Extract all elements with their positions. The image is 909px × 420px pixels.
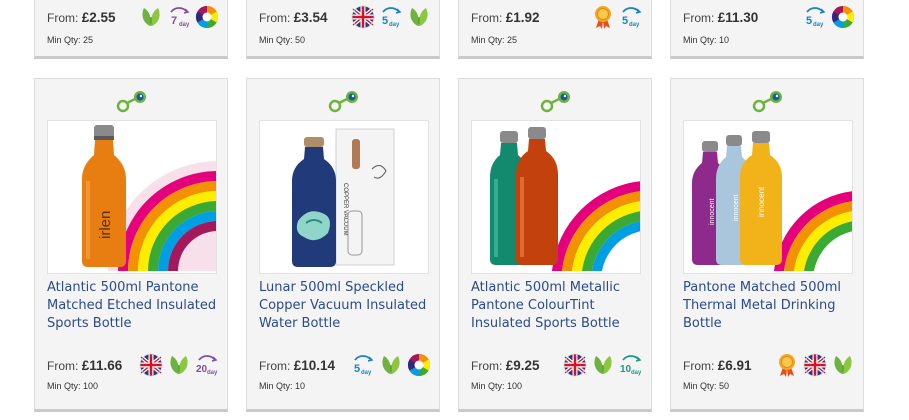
product-image[interactable]: COPPER VACUUM	[259, 120, 429, 274]
svg-text:day: day	[389, 22, 400, 28]
20-day-icon: 20 day	[196, 355, 218, 376]
min-qty: Min Qty: 100	[471, 381, 523, 391]
eco-leaf-icon	[407, 5, 431, 29]
svg-text:innocent: innocent	[757, 186, 766, 217]
eco-leaf-icon	[379, 353, 403, 377]
product-card[interactable]: COPPER VACUUM Lunar 500ml Speckled Coppe…	[246, 78, 440, 412]
10-day-icon: 10 day	[620, 355, 642, 376]
min-qty: Min Qty: 50	[683, 381, 730, 391]
product-card[interactable]: irlen Atlantic 500ml Pantone Matched Etc…	[34, 78, 228, 412]
uk-flag-icon	[351, 5, 375, 29]
product-image[interactable]: innocent innocent innocent	[683, 120, 853, 274]
svg-text:day: day	[631, 370, 642, 376]
svg-text:COPPER VACUUM: COPPER VACUUM	[342, 183, 348, 236]
svg-text:5: 5	[806, 15, 812, 27]
price: From: £10.14	[259, 357, 335, 373]
svg-text:day: day	[207, 370, 218, 376]
svg-text:irlen: irlen	[97, 211, 114, 239]
product-image[interactable]	[471, 120, 641, 274]
product-image[interactable]: irlen	[47, 120, 217, 274]
min-qty: Min Qty: 50	[259, 35, 306, 45]
colour-wheel-icon	[195, 5, 219, 29]
7-day-icon: 7 day	[170, 7, 190, 28]
5-day-icon: 5 day	[806, 7, 826, 28]
5-day-icon: 5 day	[382, 7, 402, 28]
5-day-icon: 5 day	[622, 7, 642, 28]
svg-text:10: 10	[620, 364, 632, 375]
price: From: £9.25	[471, 357, 540, 373]
svg-text:20: 20	[196, 364, 208, 375]
svg-text:5: 5	[622, 15, 628, 27]
product-card[interactable]: From: £3.54 5 day Min Qty: 50	[246, 0, 440, 59]
svg-text:day: day	[179, 22, 190, 28]
award-medal-icon	[775, 353, 799, 377]
eco-leaf-icon	[139, 5, 163, 29]
product-card[interactable]: From: £11.30 5 day Min Qty: 10	[670, 0, 864, 59]
svg-text:innocent: innocent	[709, 198, 716, 225]
colour-wheel-icon	[831, 5, 855, 29]
svg-text:day: day	[361, 370, 372, 376]
min-qty: Min Qty: 100	[47, 381, 99, 391]
svg-text:5: 5	[382, 15, 388, 27]
eco-leaf-icon	[831, 353, 855, 377]
min-qty: Min Qty: 25	[471, 35, 518, 45]
price: From: £6.91	[683, 357, 752, 373]
product-card[interactable]: From: £2.55 7 day Min Qty: 25	[34, 0, 228, 59]
min-qty: Min Qty: 10	[259, 381, 306, 391]
min-qty: Min Qty: 10	[683, 35, 730, 45]
product-title[interactable]: Lunar 500ml Speckled Copper Vacuum Insul…	[259, 279, 433, 333]
compare-link-icon[interactable]	[327, 89, 361, 113]
product-title[interactable]: Pantone Matched 500ml Thermal Metal Drin…	[683, 279, 857, 333]
price: From: £1.92	[471, 9, 540, 25]
svg-text:day: day	[629, 22, 640, 28]
price: From: £2.55	[47, 9, 116, 25]
compare-link-icon[interactable]	[539, 89, 573, 113]
uk-flag-icon	[139, 353, 163, 377]
min-qty: Min Qty: 25	[47, 35, 94, 45]
uk-flag-icon	[563, 353, 587, 377]
5-day-icon: 5 day	[354, 355, 374, 376]
colour-wheel-icon	[407, 353, 431, 377]
svg-text:5: 5	[354, 363, 360, 375]
svg-text:innocent: innocent	[733, 194, 740, 221]
svg-text:day: day	[813, 22, 824, 28]
price: From: £3.54	[259, 9, 328, 25]
product-card[interactable]: innocent innocent innocent Pantone Match…	[670, 78, 864, 412]
eco-leaf-icon	[167, 353, 191, 377]
award-medal-icon	[591, 5, 615, 29]
compare-link-icon[interactable]	[751, 89, 785, 113]
product-title[interactable]: Atlantic 500ml Pantone Matched Etched In…	[47, 279, 221, 333]
price: From: £11.30	[683, 9, 759, 25]
svg-text:7: 7	[171, 15, 177, 27]
price: From: £11.66	[47, 357, 123, 373]
compare-link-icon[interactable]	[115, 89, 149, 113]
uk-flag-icon	[803, 353, 827, 377]
product-title[interactable]: Atlantic 500ml Metallic Pantone ColourTi…	[471, 279, 645, 333]
product-card[interactable]: From: £1.92 5 day Min Qty: 25	[458, 0, 652, 59]
product-card[interactable]: Atlantic 500ml Metallic Pantone ColourTi…	[458, 78, 652, 412]
eco-leaf-icon	[591, 353, 615, 377]
